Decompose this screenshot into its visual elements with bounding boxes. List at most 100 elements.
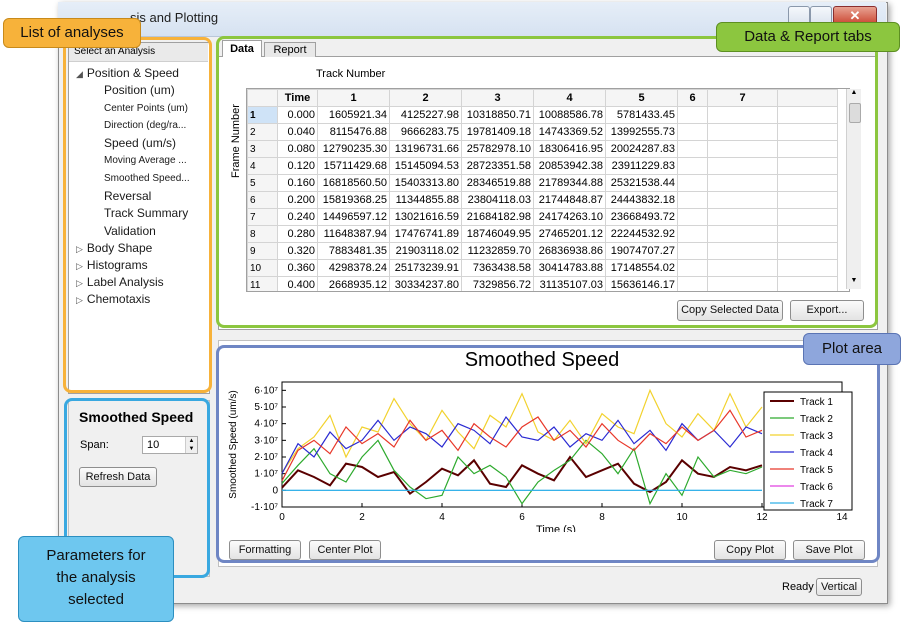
tree-group-0[interactable]: ◢ Position & Speed	[76, 66, 179, 80]
table-cell-empty[interactable]	[777, 140, 838, 158]
table-cell[interactable]: 0.400	[277, 276, 318, 291]
table-cell[interactable]: 0.040	[277, 123, 318, 141]
tree-group-3[interactable]: ▷ Label Analysis	[76, 275, 164, 289]
table-cell-empty[interactable]	[777, 242, 838, 260]
table-cell[interactable]: 0.280	[277, 225, 318, 243]
row-header[interactable]: 7	[247, 208, 278, 226]
tab-report[interactable]: Report	[264, 42, 316, 57]
table-cell[interactable]: 4298378.24	[317, 259, 390, 277]
table-cell[interactable]: 31135107.03	[533, 276, 606, 291]
table-row[interactable]: 1 0.000 1605921.34 4125227.98 10318850.71 100…	[247, 106, 838, 124]
table-cell-empty[interactable]	[777, 157, 838, 175]
table-cell-empty[interactable]	[777, 225, 838, 243]
tree-item[interactable]: Reversal	[104, 189, 151, 203]
expanded-triangle-icon[interactable]: ◢	[76, 69, 83, 79]
table-cell[interactable]: 16818560.50	[317, 174, 390, 192]
table-cell-empty[interactable]	[707, 123, 778, 141]
table-cell[interactable]: 30334237.80	[389, 276, 462, 291]
row-header[interactable]: 11	[247, 276, 278, 291]
tree-group-4[interactable]: ▷ Chemotaxis	[76, 292, 150, 306]
table-cell[interactable]: 7363438.58	[461, 259, 534, 277]
table-cell-empty[interactable]	[677, 157, 708, 175]
table-row[interactable]: 11 0.400 2668935.12 30334237.80 7329856.72 31…	[247, 276, 838, 291]
table-cell[interactable]: 30414783.88	[533, 259, 606, 277]
copy-plot-button[interactable]: Copy Plot	[714, 540, 786, 560]
scroll-down-icon[interactable]: ▼	[847, 277, 861, 289]
table-cell[interactable]: 5781433.45	[605, 106, 678, 124]
table-cell-empty[interactable]	[707, 191, 778, 209]
table-cell-empty[interactable]	[707, 276, 778, 291]
table-cell[interactable]: 20024287.83	[605, 140, 678, 158]
table-cell[interactable]: 15636146.17	[605, 276, 678, 291]
table-cell-empty[interactable]	[707, 174, 778, 192]
table-cell[interactable]: 13992555.73	[605, 123, 678, 141]
table-cell-empty[interactable]	[677, 242, 708, 260]
row-header[interactable]: 5	[247, 174, 278, 192]
collapsed-triangle-icon[interactable]: ▷	[76, 244, 83, 254]
table-cell-empty[interactable]	[777, 208, 838, 226]
column-header[interactable]: 1	[317, 89, 390, 107]
table-cell[interactable]: 18306416.95	[533, 140, 606, 158]
table-cell-empty[interactable]	[777, 191, 838, 209]
tree-item[interactable]: Track Summary	[104, 206, 188, 220]
tree-item[interactable]: Center Points (um)	[104, 103, 188, 114]
table-cell[interactable]: 0.320	[277, 242, 318, 260]
table-row[interactable]: 9 0.320 7883481.35 21903118.02 11232859.70 26…	[247, 242, 838, 260]
table-cell[interactable]: 24174263.10	[533, 208, 606, 226]
table-cell[interactable]: 1605921.34	[317, 106, 390, 124]
span-spinner[interactable]: ▲ ▼	[185, 437, 197, 453]
tree-item[interactable]: Validation	[104, 224, 156, 238]
column-header[interactable]: 5	[605, 89, 678, 107]
row-header[interactable]: 1	[247, 106, 278, 124]
table-cell-empty[interactable]	[677, 276, 708, 291]
table-scrollbar[interactable]: ▲ ▼	[846, 89, 861, 289]
table-cell[interactable]: 25321538.44	[605, 174, 678, 192]
table-cell[interactable]: 10088586.78	[533, 106, 606, 124]
scroll-thumb[interactable]	[849, 103, 861, 123]
table-cell-empty[interactable]	[707, 157, 778, 175]
row-header[interactable]: 2	[247, 123, 278, 141]
center-plot-button[interactable]: Center Plot	[309, 540, 381, 560]
tab-data[interactable]: Data	[222, 40, 262, 57]
table-cell-empty[interactable]	[677, 225, 708, 243]
table-cell-empty[interactable]	[677, 106, 708, 124]
table-cell-empty[interactable]	[777, 174, 838, 192]
tree-item[interactable]: Direction (deg/ra...	[104, 120, 186, 131]
table-cell[interactable]: 25173239.91	[389, 259, 462, 277]
collapsed-triangle-icon[interactable]: ▷	[76, 261, 83, 271]
table-cell[interactable]: 26836938.86	[533, 242, 606, 260]
save-plot-button[interactable]: Save Plot	[793, 540, 865, 560]
table-cell[interactable]: 4125227.98	[389, 106, 462, 124]
column-header[interactable]: 6	[677, 89, 708, 107]
row-header[interactable]: 6	[247, 191, 278, 209]
table-cell[interactable]: 14496597.12	[317, 208, 390, 226]
tree-group-2[interactable]: ▷ Histograms	[76, 258, 148, 272]
export-button[interactable]: Export...	[790, 300, 864, 321]
table-cell[interactable]: 13021616.59	[389, 208, 462, 226]
table-cell[interactable]: 12790235.30	[317, 140, 390, 158]
column-header[interactable]: Time	[277, 89, 318, 107]
table-cell[interactable]: 28723351.58	[461, 157, 534, 175]
table-row[interactable]: 3 0.080 12790235.30 13196731.66 25782978.10 1…	[247, 140, 838, 158]
table-cell[interactable]: 27465201.12	[533, 225, 606, 243]
table-cell[interactable]: 23911229.83	[605, 157, 678, 175]
refresh-data-button[interactable]: Refresh Data	[79, 467, 157, 487]
table-cell[interactable]: 7883481.35	[317, 242, 390, 260]
table-cell-empty[interactable]	[707, 242, 778, 260]
table-row[interactable]: 2 0.040 8115476.88 9666283.75 19781409.18 147…	[247, 123, 838, 141]
table-cell-empty[interactable]	[777, 106, 838, 124]
column-header[interactable]: 3	[461, 89, 534, 107]
table-cell[interactable]: 22244532.92	[605, 225, 678, 243]
table-cell-empty[interactable]	[707, 225, 778, 243]
tree-item[interactable]: Moving Average ...	[104, 155, 187, 166]
table-cell[interactable]: 21744848.87	[533, 191, 606, 209]
orientation-toggle[interactable]: Vertical	[816, 578, 862, 596]
table-cell-empty[interactable]	[677, 174, 708, 192]
table-cell[interactable]: 0.000	[277, 106, 318, 124]
table-cell[interactable]: 15145094.53	[389, 157, 462, 175]
column-header[interactable]: 4	[533, 89, 606, 107]
tree-group-1[interactable]: ▷ Body Shape	[76, 241, 152, 255]
table-cell[interactable]: 21903118.02	[389, 242, 462, 260]
formatting-button[interactable]: Formatting	[229, 540, 301, 560]
table-row[interactable]: 5 0.160 16818560.50 15403313.80 28346519.88 2…	[247, 174, 838, 192]
